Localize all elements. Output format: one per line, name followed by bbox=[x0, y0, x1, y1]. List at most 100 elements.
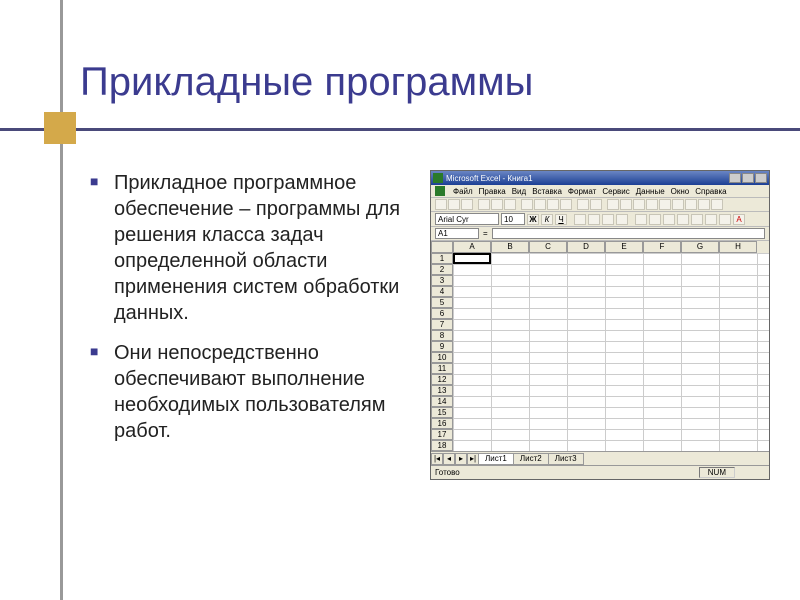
print-icon[interactable] bbox=[478, 199, 490, 210]
bold-icon[interactable]: Ж bbox=[527, 214, 539, 225]
maximize-button[interactable] bbox=[742, 173, 754, 183]
autosum-icon[interactable] bbox=[607, 199, 619, 210]
name-box[interactable]: A1 bbox=[435, 228, 479, 239]
sheet-nav-next-icon[interactable]: ▸ bbox=[455, 453, 467, 465]
excel-screenshot: Microsoft Excel - Книга1 Файл Правка Вид… bbox=[430, 170, 770, 480]
paste-icon[interactable] bbox=[547, 199, 559, 210]
function-icon[interactable] bbox=[620, 199, 632, 210]
row-header[interactable]: 10 bbox=[431, 352, 453, 363]
sheet-tab-bar: |◂ ◂ ▸ ▸| Лист1 Лист2 Лист3 bbox=[431, 451, 769, 465]
align-center-icon[interactable] bbox=[588, 214, 600, 225]
row-header[interactable]: 16 bbox=[431, 418, 453, 429]
sheet-tab[interactable]: Лист1 bbox=[478, 453, 514, 465]
row-header[interactable]: 4 bbox=[431, 286, 453, 297]
italic-icon[interactable]: К bbox=[541, 214, 553, 225]
font-color-icon[interactable]: A bbox=[733, 214, 745, 225]
menu-window[interactable]: Окно bbox=[671, 187, 690, 196]
align-left-icon[interactable] bbox=[574, 214, 586, 225]
col-header[interactable]: B bbox=[491, 241, 529, 253]
sort-asc-icon[interactable] bbox=[633, 199, 645, 210]
redo-icon[interactable] bbox=[590, 199, 602, 210]
cut-icon[interactable] bbox=[521, 199, 533, 210]
decrease-decimal-icon[interactable] bbox=[691, 214, 703, 225]
increase-decimal-icon[interactable] bbox=[677, 214, 689, 225]
col-header[interactable]: H bbox=[719, 241, 757, 253]
row-header[interactable]: 2 bbox=[431, 264, 453, 275]
row-header[interactable]: 3 bbox=[431, 275, 453, 286]
formula-input[interactable] bbox=[492, 228, 765, 239]
currency-icon[interactable] bbox=[635, 214, 647, 225]
doc-control-icon[interactable] bbox=[435, 186, 445, 196]
minimize-button[interactable] bbox=[729, 173, 741, 183]
preview-icon[interactable] bbox=[491, 199, 503, 210]
menu-edit[interactable]: Правка bbox=[479, 187, 506, 196]
row-header[interactable]: 1 bbox=[431, 253, 453, 264]
row-header[interactable]: 9 bbox=[431, 341, 453, 352]
window-titlebar: Microsoft Excel - Книга1 bbox=[431, 171, 769, 185]
open-icon[interactable] bbox=[448, 199, 460, 210]
col-header[interactable]: D bbox=[567, 241, 605, 253]
font-name-select[interactable]: Arial Cyr bbox=[435, 213, 499, 225]
close-button[interactable] bbox=[755, 173, 767, 183]
comma-icon[interactable] bbox=[663, 214, 675, 225]
sheet-nav-prev-icon[interactable]: ◂ bbox=[443, 453, 455, 465]
bullet-item: Прикладное программное обеспечение – про… bbox=[90, 170, 410, 326]
window-title-text: Microsoft Excel - Книга1 bbox=[446, 174, 533, 183]
row-header[interactable]: 8 bbox=[431, 330, 453, 341]
borders-icon[interactable] bbox=[705, 214, 717, 225]
status-bar: Готово NUM bbox=[431, 465, 769, 479]
cells-area[interactable] bbox=[453, 253, 769, 451]
menu-format[interactable]: Формат bbox=[568, 187, 596, 196]
percent-icon[interactable] bbox=[649, 214, 661, 225]
copy-icon[interactable] bbox=[534, 199, 546, 210]
sheet-nav-first-icon[interactable]: |◂ bbox=[431, 453, 443, 465]
row-header[interactable]: 5 bbox=[431, 297, 453, 308]
select-all-corner[interactable] bbox=[431, 241, 453, 253]
menu-data[interactable]: Данные bbox=[636, 187, 665, 196]
menu-tools[interactable]: Сервис bbox=[602, 187, 629, 196]
row-header[interactable]: 13 bbox=[431, 385, 453, 396]
row-header[interactable]: 14 bbox=[431, 396, 453, 407]
row-header[interactable]: 17 bbox=[431, 429, 453, 440]
align-right-icon[interactable] bbox=[602, 214, 614, 225]
row-header[interactable]: 11 bbox=[431, 363, 453, 374]
row-header[interactable]: 15 bbox=[431, 407, 453, 418]
col-header[interactable]: F bbox=[643, 241, 681, 253]
row-header[interactable]: 12 bbox=[431, 374, 453, 385]
fill-color-icon[interactable] bbox=[719, 214, 731, 225]
underline-icon[interactable]: Ч bbox=[555, 214, 567, 225]
formatting-toolbar: Arial Cyr 10 Ж К Ч A bbox=[431, 212, 769, 227]
col-header[interactable]: C bbox=[529, 241, 567, 253]
decor-vertical-line bbox=[60, 0, 63, 600]
row-header[interactable]: 6 bbox=[431, 308, 453, 319]
menu-file[interactable]: Файл bbox=[453, 187, 473, 196]
row-header[interactable]: 18 bbox=[431, 440, 453, 451]
zoom-icon[interactable] bbox=[698, 199, 710, 210]
sheet-tab[interactable]: Лист2 bbox=[513, 453, 549, 465]
bullet-item: Они непосредственно обеспечивают выполне… bbox=[90, 340, 410, 444]
sheet-tab[interactable]: Лист3 bbox=[548, 453, 584, 465]
active-cell[interactable] bbox=[453, 253, 491, 264]
spellcheck-icon[interactable] bbox=[504, 199, 516, 210]
chart-icon[interactable] bbox=[659, 199, 671, 210]
menu-insert[interactable]: Вставка bbox=[532, 187, 562, 196]
row-headers: 1 2 3 4 5 6 7 8 9 10 11 12 13 14 15 16 1 bbox=[431, 253, 453, 451]
col-header[interactable]: E bbox=[605, 241, 643, 253]
new-icon[interactable] bbox=[435, 199, 447, 210]
undo-icon[interactable] bbox=[577, 199, 589, 210]
map-icon[interactable] bbox=[672, 199, 684, 210]
sort-desc-icon[interactable] bbox=[646, 199, 658, 210]
font-size-select[interactable]: 10 bbox=[501, 213, 525, 225]
merge-center-icon[interactable] bbox=[616, 214, 628, 225]
row-header[interactable]: 7 bbox=[431, 319, 453, 330]
menu-bar: Файл Правка Вид Вставка Формат Сервис Да… bbox=[431, 185, 769, 198]
col-header[interactable]: A bbox=[453, 241, 491, 253]
col-header[interactable]: G bbox=[681, 241, 719, 253]
numlock-indicator: NUM bbox=[699, 467, 735, 478]
formatpainter-icon[interactable] bbox=[560, 199, 572, 210]
help-icon[interactable] bbox=[711, 199, 723, 210]
menu-help[interactable]: Справка bbox=[695, 187, 726, 196]
save-icon[interactable] bbox=[461, 199, 473, 210]
drawing-icon[interactable] bbox=[685, 199, 697, 210]
menu-view[interactable]: Вид bbox=[512, 187, 526, 196]
